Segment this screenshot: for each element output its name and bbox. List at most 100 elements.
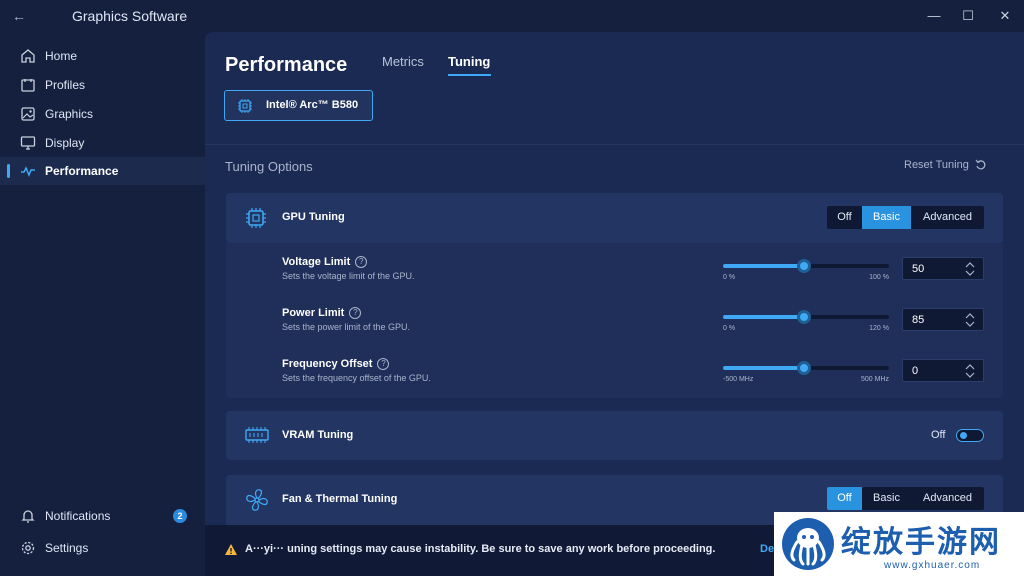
fan-icon xyxy=(246,489,268,511)
app-title: Graphics Software xyxy=(72,8,188,24)
vram-toggle-label: Off xyxy=(931,429,946,441)
header-divider xyxy=(205,144,1024,145)
warning-link[interactable]: De xyxy=(760,543,774,555)
display-icon xyxy=(20,136,36,150)
gpu-chip-icon xyxy=(246,208,266,228)
slider-max-label: 100 % xyxy=(869,274,889,281)
sidebar-item-label: Graphics xyxy=(45,107,94,121)
help-icon[interactable]: ? xyxy=(355,256,368,268)
gpu-tuning-params: Voltage Limit ? Sets the voltage limit o… xyxy=(226,243,1003,398)
section-label: Tuning Options xyxy=(225,159,313,174)
power-limit-title: Power Limit ? xyxy=(282,307,362,319)
sidebar-item-label: Home xyxy=(45,49,78,63)
watermark: 绽放手游网 www.gxhuaer.com xyxy=(774,512,1024,576)
gpu-selector-button[interactable]: Intel® Arc™ B580 xyxy=(224,90,373,121)
sidebar-item-label: Settings xyxy=(45,541,89,555)
power-limit-label: Power Limit xyxy=(282,307,345,319)
gear-icon xyxy=(21,541,35,555)
slider-knob[interactable] xyxy=(797,310,811,324)
performance-icon xyxy=(21,166,35,177)
close-button[interactable]: ✕ xyxy=(993,6,1017,26)
page-title: Performance xyxy=(225,54,348,72)
up-down-arrows-icon[interactable] xyxy=(965,363,975,379)
voltage-limit-desc: Sets the voltage limit of the GPU. xyxy=(282,271,415,281)
sidebar-item-performance[interactable]: Performance xyxy=(0,157,205,185)
watermark-url: www.gxhuaer.com xyxy=(884,560,981,571)
reset-tuning-label: Reset Tuning xyxy=(904,159,969,171)
sidebar-item-label: Notifications xyxy=(45,509,111,523)
graphics-icon xyxy=(21,107,35,121)
sidebar-item-label: Profiles xyxy=(45,78,86,92)
tab-metrics[interactable]: Metrics xyxy=(382,54,424,69)
tab-tuning[interactable]: Tuning xyxy=(448,54,490,69)
vram-tuning-title: VRAM Tuning xyxy=(282,429,354,441)
stepper-value: 50 xyxy=(912,263,925,275)
frequency-offset-stepper[interactable]: 0 xyxy=(902,359,984,382)
help-icon[interactable]: ? xyxy=(377,358,390,370)
warning-text: A···yi··· uning settings may cause insta… xyxy=(245,543,716,555)
power-limit-stepper[interactable]: 85 xyxy=(902,308,984,331)
slider-fill xyxy=(723,366,804,370)
active-tab-underline xyxy=(448,74,491,76)
up-down-arrows-icon[interactable] xyxy=(965,261,975,277)
frequency-offset-desc: Sets the frequency offset of the GPU. xyxy=(282,373,431,383)
voltage-limit-stepper[interactable]: 50 xyxy=(902,257,984,280)
title-bar: ← Graphics Software — ☐ ✕ xyxy=(0,0,1024,32)
gpu-chip-icon xyxy=(238,99,252,113)
minimize-button[interactable]: — xyxy=(922,6,946,26)
maximize-button[interactable]: ☐ xyxy=(956,6,980,26)
memory-icon xyxy=(245,427,269,443)
sidebar-item-profiles[interactable]: Profiles xyxy=(0,71,205,99)
help-icon[interactable]: ? xyxy=(349,307,362,319)
vram-tuning-toggle[interactable] xyxy=(956,429,984,442)
reset-tuning-button[interactable]: Reset Tuning xyxy=(904,159,987,171)
slider-min-label: 0 % xyxy=(723,274,736,281)
sidebar-item-label: Performance xyxy=(45,164,119,178)
stepper-value: 85 xyxy=(912,314,925,326)
bell-icon xyxy=(21,510,35,523)
fan-tuning-mode-selector: Off Basic Advanced xyxy=(827,487,984,510)
slider-max-label: 500 MHz xyxy=(860,376,889,383)
warning-icon xyxy=(225,544,237,555)
mode-advanced-option[interactable]: Advanced xyxy=(911,206,984,229)
slider-min-label: -500 MHz xyxy=(723,376,754,383)
voltage-limit-label: Voltage Limit xyxy=(282,256,351,268)
watermark-text: 绽放手游网 xyxy=(841,526,1001,559)
up-down-arrows-icon[interactable] xyxy=(965,312,975,328)
frequency-offset-slider[interactable] xyxy=(723,361,889,375)
toggle-knob xyxy=(960,432,967,439)
mode-advanced-option[interactable]: Advanced xyxy=(911,487,984,510)
power-limit-slider[interactable] xyxy=(723,310,889,324)
mode-basic-option[interactable]: Basic xyxy=(862,487,911,510)
vram-tuning-card: VRAM Tuning Off xyxy=(226,411,1003,460)
sidebar-item-settings[interactable]: Settings xyxy=(0,534,205,562)
gpu-tuning-card: GPU Tuning Off Basic Advanced xyxy=(226,193,1003,243)
stepper-value: 0 xyxy=(912,365,919,377)
back-arrow-icon[interactable]: ← xyxy=(10,8,28,24)
power-limit-desc: Sets the power limit of the GPU. xyxy=(282,322,411,332)
fan-thermal-tuning-title: Fan & Thermal Tuning xyxy=(282,493,398,505)
home-icon xyxy=(21,49,35,63)
sidebar-item-home[interactable]: Home xyxy=(0,42,205,70)
reset-icon xyxy=(975,159,986,170)
mode-basic-option[interactable]: Basic xyxy=(862,206,911,229)
slider-fill xyxy=(723,264,804,268)
slider-max-label: 120 % xyxy=(869,325,889,332)
voltage-limit-title: Voltage Limit ? xyxy=(282,256,368,268)
notification-count-badge: 2 xyxy=(173,509,187,523)
mode-off-option[interactable]: Off xyxy=(827,206,862,229)
sidebar: Home Profiles Graphics Display Performan… xyxy=(0,32,205,576)
slider-min-label: 0 % xyxy=(723,325,736,332)
sidebar-item-graphics[interactable]: Graphics xyxy=(0,100,205,128)
slider-knob[interactable] xyxy=(797,259,811,273)
frequency-offset-label: Frequency Offset xyxy=(282,358,373,370)
sidebar-item-notifications[interactable]: Notifications 2 xyxy=(0,502,205,530)
profiles-icon xyxy=(21,79,35,92)
mode-off-option[interactable]: Off xyxy=(827,487,862,510)
slider-fill xyxy=(723,315,804,319)
gpu-tuning-title: GPU Tuning xyxy=(282,211,345,223)
sidebar-item-display[interactable]: Display xyxy=(0,129,205,157)
octopus-logo-icon xyxy=(782,518,834,570)
voltage-limit-slider[interactable] xyxy=(723,259,889,273)
slider-knob[interactable] xyxy=(797,361,811,375)
